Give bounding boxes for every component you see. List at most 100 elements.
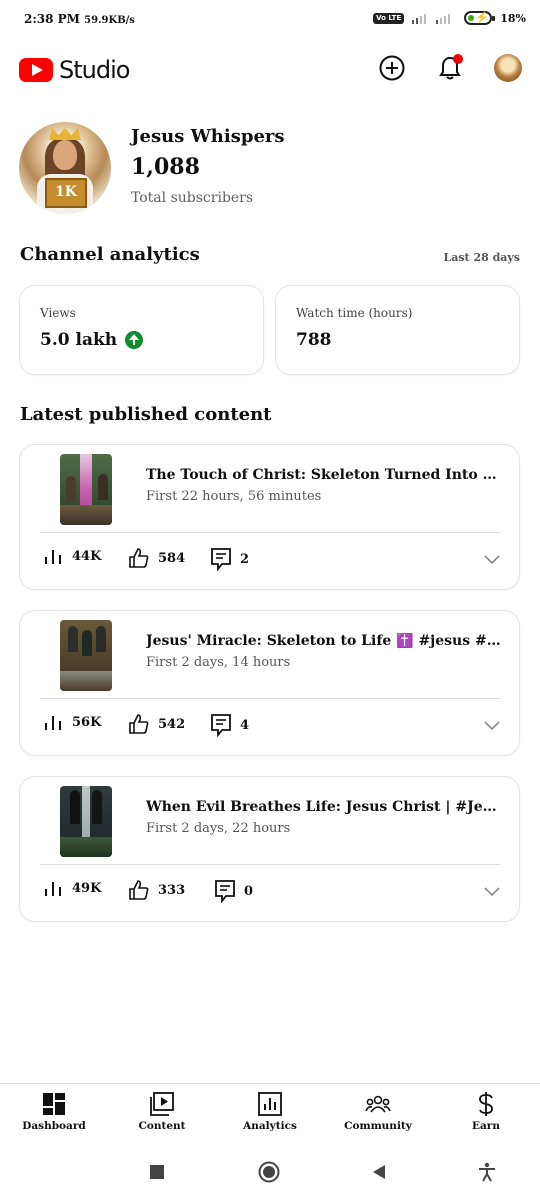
app-actions (378, 54, 522, 82)
chevron-down-icon[interactable] (484, 717, 500, 733)
metric-value: 788 (296, 330, 332, 350)
likes-count: 542 (158, 716, 186, 732)
views-stat: 44K (44, 547, 101, 565)
system-navigation (0, 1143, 540, 1200)
home-circle-icon (258, 1161, 280, 1183)
nav-label: Content (138, 1120, 186, 1132)
status-indicators: Vo LTE ⚡ 18% (373, 11, 526, 25)
back-triangle-icon (373, 1165, 385, 1179)
avatar-badge: 1K (45, 178, 87, 208)
nav-label: Analytics (243, 1120, 297, 1132)
likes-count: 333 (158, 882, 186, 898)
accessibility-button[interactable] (476, 1161, 498, 1183)
views-count: 56K (72, 714, 102, 730)
nav-dashboard[interactable]: Dashboard (0, 1090, 108, 1132)
trend-up-icon (125, 331, 144, 349)
nav-community[interactable]: Community (324, 1090, 432, 1132)
watch-time-card[interactable]: Watch time (hours) 788 (275, 285, 520, 375)
watch-time-value: 788 (296, 330, 332, 350)
channel-avatar[interactable]: 1K (19, 122, 111, 214)
video-age: First 22 hours, 56 minutes (146, 489, 322, 504)
nav-label: Community (344, 1120, 412, 1132)
recents-button[interactable] (146, 1161, 168, 1183)
notifications-button[interactable] (436, 54, 464, 82)
likes-stat: 333 (128, 879, 185, 901)
chevron-down-icon[interactable] (484, 883, 500, 899)
video-stats: 56K 542 4 (44, 713, 504, 739)
comments-stat: 0 (214, 879, 253, 903)
community-icon (365, 1095, 391, 1113)
thumbs-up-icon (129, 548, 149, 568)
square-icon (150, 1165, 164, 1179)
nav-label: Earn (472, 1120, 500, 1132)
signal-icon (412, 14, 451, 24)
network-speed: 59.9KB/s (84, 15, 135, 26)
likes-stat: 584 (128, 547, 185, 569)
status-bar: 2:38 PM 59.9KB/s Vo LTE ⚡ 18% (0, 0, 540, 40)
channel-header: 1K Jesus Whispers 1,088 Total subscriber… (19, 122, 529, 217)
status-time: 2:38 PM (24, 12, 80, 26)
content-card[interactable]: When Evil Breathes Life: Jesus Christ | … (19, 776, 520, 922)
comment-icon (215, 880, 235, 903)
account-avatar[interactable] (494, 54, 522, 82)
dollar-icon (479, 1092, 493, 1116)
views-stat: 49K (44, 879, 101, 897)
home-button[interactable] (258, 1161, 280, 1183)
video-title[interactable]: When Evil Breathes Life: Jesus Christ | … (146, 799, 501, 815)
video-stats: 49K 333 0 (44, 879, 504, 905)
video-thumbnail[interactable] (60, 786, 112, 857)
views-card[interactable]: Views 5.0 lakh (19, 285, 264, 375)
comments-stat: 2 (210, 547, 249, 571)
app-bar: Studio (0, 50, 540, 92)
analytics-icon (258, 1092, 282, 1116)
metric-label: Views (40, 306, 76, 320)
battery-level: 18% (500, 11, 526, 25)
dashboard-icon (43, 1093, 65, 1115)
bottom-navigation: Dashboard Content Analytics Community Ea… (0, 1083, 540, 1143)
nav-earn[interactable]: Earn (432, 1090, 540, 1132)
back-button[interactable] (368, 1161, 390, 1183)
video-age: First 2 days, 22 hours (146, 821, 291, 836)
thumbs-up-icon (129, 880, 149, 900)
content-card[interactable]: Jesus' Miracle: Skeleton to Life ✝️ #jes… (19, 610, 520, 756)
subscriber-label: Total subscribers (131, 190, 254, 206)
notification-badge (453, 54, 463, 64)
chevron-down-icon[interactable] (484, 551, 500, 567)
likes-count: 584 (158, 550, 186, 566)
nav-analytics[interactable]: Analytics (216, 1090, 324, 1132)
divider (40, 532, 500, 533)
battery-icon: ⚡ (464, 11, 496, 25)
video-stats: 44K 584 2 (44, 547, 504, 573)
thumbs-up-icon (129, 714, 149, 734)
divider (40, 864, 500, 865)
video-thumbnail[interactable] (60, 620, 112, 691)
channel-name: Jesus Whispers (131, 126, 285, 147)
volte-badge: Vo LTE (373, 12, 405, 24)
comments-count: 4 (240, 717, 250, 733)
subscriber-count: 1,088 (131, 154, 200, 180)
logo-text: Studio (59, 56, 130, 84)
video-title[interactable]: The Touch of Christ: Skeleton Turned Int… (146, 467, 501, 483)
youtube-play-icon (19, 58, 53, 82)
status-time-speed: 2:38 PM 59.9KB/s (24, 12, 135, 26)
divider (40, 698, 500, 699)
comment-icon (211, 548, 231, 571)
comments-stat: 4 (210, 713, 249, 737)
bar-chart-icon (45, 550, 61, 564)
views-stat: 56K (44, 713, 101, 731)
content-card[interactable]: The Touch of Christ: Skeleton Turned Int… (19, 444, 520, 590)
content-icon (150, 1092, 174, 1116)
likes-stat: 542 (128, 713, 185, 735)
latest-content-title: Latest published content (20, 404, 272, 425)
metric-value: 5.0 lakh (40, 330, 144, 350)
views-value: 5.0 lakh (40, 330, 118, 350)
add-circle-icon (379, 55, 405, 81)
nav-content[interactable]: Content (108, 1090, 216, 1132)
analytics-range: Last 28 days (443, 251, 520, 264)
bar-chart-icon (45, 716, 61, 730)
video-thumbnail[interactable] (60, 454, 112, 525)
create-button[interactable] (378, 54, 406, 82)
channel-analytics-title: Channel analytics (20, 244, 200, 265)
youtube-studio-logo[interactable]: Studio (19, 56, 130, 84)
video-title[interactable]: Jesus' Miracle: Skeleton to Life ✝️ #jes… (146, 633, 501, 649)
